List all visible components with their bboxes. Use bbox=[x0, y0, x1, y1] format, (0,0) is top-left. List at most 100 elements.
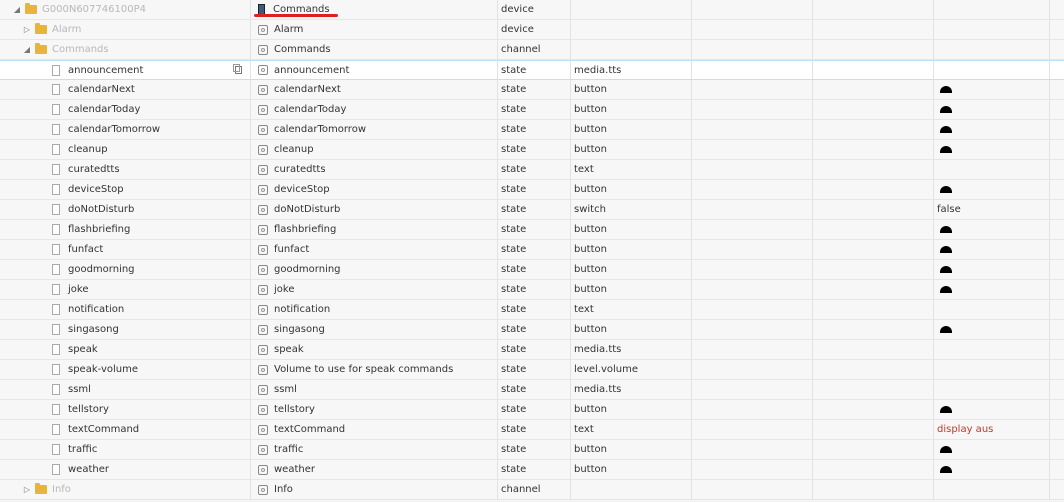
object-display-name: deviceStop bbox=[274, 184, 330, 195]
object-name-cell: Alarm bbox=[251, 20, 498, 39]
copy-icon[interactable] bbox=[233, 64, 242, 74]
object-id-cell[interactable]: speak-volume bbox=[0, 360, 251, 379]
object-id-cell[interactable]: announcement bbox=[0, 61, 251, 79]
object-id-cell[interactable]: goodmorning bbox=[0, 260, 251, 279]
object-id-cell[interactable]: traffic bbox=[0, 440, 251, 459]
table-row[interactable]: joke joke state button bbox=[0, 280, 1064, 300]
object-id-cell[interactable]: calendarNext bbox=[0, 80, 251, 99]
table-row[interactable]: calendarToday calendarToday state button bbox=[0, 100, 1064, 120]
table-row[interactable]: ssml ssml state media.tts bbox=[0, 380, 1064, 400]
trigger-button-icon[interactable] bbox=[940, 266, 952, 273]
table-row[interactable]: flashbriefing flashbriefing state button bbox=[0, 220, 1064, 240]
object-value-cell[interactable] bbox=[934, 280, 1050, 299]
object-id-cell[interactable]: deviceStop bbox=[0, 180, 251, 199]
trigger-button-icon[interactable] bbox=[940, 466, 952, 473]
table-row[interactable]: cleanup cleanup state button bbox=[0, 140, 1064, 160]
table-row[interactable]: calendarNext calendarNext state button bbox=[0, 80, 1064, 100]
table-row[interactable]: doNotDisturb doNotDisturb state switch false bbox=[0, 200, 1064, 220]
object-id-cell[interactable]: calendarToday bbox=[0, 100, 251, 119]
table-row[interactable]: ◢ G000N607746100P4 Commands device bbox=[0, 0, 1064, 20]
object-value-cell[interactable] bbox=[934, 240, 1050, 259]
object-value-cell[interactable] bbox=[934, 180, 1050, 199]
empty-cell bbox=[1050, 320, 1064, 339]
table-row[interactable]: speak speak state media.tts bbox=[0, 340, 1064, 360]
expand-arrow-icon[interactable]: ▷ bbox=[22, 485, 32, 494]
object-id-cell[interactable]: ssml bbox=[0, 380, 251, 399]
table-row[interactable]: deviceStop deviceStop state button bbox=[0, 180, 1064, 200]
trigger-button-icon[interactable] bbox=[940, 146, 952, 153]
object-value-cell[interactable] bbox=[934, 80, 1050, 99]
table-row[interactable]: ▷ Alarm Alarm device bbox=[0, 20, 1064, 40]
trigger-button-icon[interactable] bbox=[940, 186, 952, 193]
empty-cell bbox=[692, 180, 813, 199]
empty-cell bbox=[692, 460, 813, 479]
trigger-button-icon[interactable] bbox=[940, 446, 952, 453]
trigger-button-icon[interactable] bbox=[940, 86, 952, 93]
object-value-cell[interactable] bbox=[934, 100, 1050, 119]
object-id-cell[interactable]: ▷ Alarm bbox=[0, 20, 251, 39]
table-row[interactable]: ◢ Commands Commands channel bbox=[0, 40, 1064, 60]
object-id-cell[interactable]: ◢ Commands bbox=[0, 40, 251, 59]
trigger-button-icon[interactable] bbox=[940, 286, 952, 293]
object-value-cell[interactable] bbox=[934, 260, 1050, 279]
object-id-cell[interactable]: notification bbox=[0, 300, 251, 319]
object-value[interactable]: false bbox=[934, 204, 961, 215]
object-value-cell[interactable] bbox=[934, 220, 1050, 239]
table-row[interactable]: notification notification state text bbox=[0, 300, 1064, 320]
table-row[interactable]: curatedtts curatedtts state text bbox=[0, 160, 1064, 180]
object-value-cell[interactable] bbox=[934, 140, 1050, 159]
object-value-cell[interactable] bbox=[934, 120, 1050, 139]
table-row[interactable]: traffic traffic state button bbox=[0, 440, 1064, 460]
table-row[interactable]: calendarTomorrow calendarTomorrow state but… bbox=[0, 120, 1064, 140]
object-id-cell[interactable]: flashbriefing bbox=[0, 220, 251, 239]
trigger-button-icon[interactable] bbox=[940, 106, 952, 113]
table-row[interactable]: singasong singasong state button bbox=[0, 320, 1064, 340]
object-id-cell[interactable]: calendarTomorrow bbox=[0, 120, 251, 139]
object-id-cell[interactable]: curatedtts bbox=[0, 160, 251, 179]
table-row[interactable]: ▷ Info Info channel bbox=[0, 480, 1064, 500]
object-type: state bbox=[501, 84, 527, 95]
object-value-cell[interactable] bbox=[934, 440, 1050, 459]
object-value-cell[interactable] bbox=[934, 320, 1050, 339]
object-id-cell[interactable]: singasong bbox=[0, 320, 251, 339]
object-value-cell[interactable] bbox=[934, 460, 1050, 479]
object-id-cell[interactable]: joke bbox=[0, 280, 251, 299]
trigger-button-icon[interactable] bbox=[940, 406, 952, 413]
object-role: media.tts bbox=[574, 64, 622, 76]
object-id-cell[interactable]: tellstory bbox=[0, 400, 251, 419]
empty-cell bbox=[813, 200, 934, 219]
collapse-arrow-icon[interactable]: ◢ bbox=[12, 5, 22, 14]
table-row[interactable]: tellstory tellstory state button bbox=[0, 400, 1064, 420]
empty-cell bbox=[692, 400, 813, 419]
table-row[interactable]: speak-volume Volume to use for speak comm… bbox=[0, 360, 1064, 380]
object-id-cell[interactable]: doNotDisturb bbox=[0, 200, 251, 219]
object-type-cell: state bbox=[498, 280, 571, 299]
object-id-cell[interactable]: textCommand bbox=[0, 420, 251, 439]
table-row[interactable]: weather weather state button bbox=[0, 460, 1064, 480]
object-value-cell[interactable] bbox=[934, 400, 1050, 419]
object-id-cell[interactable]: cleanup bbox=[0, 140, 251, 159]
empty-cell bbox=[813, 320, 934, 339]
object-id-cell[interactable]: ▷ Info bbox=[0, 480, 251, 499]
object-role-cell: button bbox=[571, 120, 692, 139]
table-row[interactable]: funfact funfact state button bbox=[0, 240, 1064, 260]
object-id-cell[interactable]: weather bbox=[0, 460, 251, 479]
state-icon bbox=[258, 484, 268, 495]
collapse-arrow-icon[interactable]: ◢ bbox=[22, 45, 32, 54]
object-id-cell[interactable]: funfact bbox=[0, 240, 251, 259]
object-id-cell[interactable]: speak bbox=[0, 340, 251, 359]
object-name: joke bbox=[68, 284, 89, 295]
trigger-button-icon[interactable] bbox=[940, 246, 952, 253]
table-row[interactable]: goodmorning goodmorning state button bbox=[0, 260, 1064, 280]
trigger-button-icon[interactable] bbox=[940, 126, 952, 133]
object-name-cell: funfact bbox=[251, 240, 498, 259]
expand-arrow-icon[interactable]: ▷ bbox=[22, 25, 32, 34]
trigger-button-icon[interactable] bbox=[940, 326, 952, 333]
trigger-button-icon[interactable] bbox=[940, 226, 952, 233]
object-role-cell: text bbox=[571, 160, 692, 179]
table-row[interactable]: textCommand textCommand state text display a… bbox=[0, 420, 1064, 440]
object-id-cell[interactable]: ◢ G000N607746100P4 bbox=[0, 0, 251, 19]
table-row[interactable]: announcement announcement state media.tts bbox=[0, 60, 1064, 80]
object-value[interactable]: display aus bbox=[934, 424, 993, 435]
object-role: button bbox=[574, 84, 607, 95]
